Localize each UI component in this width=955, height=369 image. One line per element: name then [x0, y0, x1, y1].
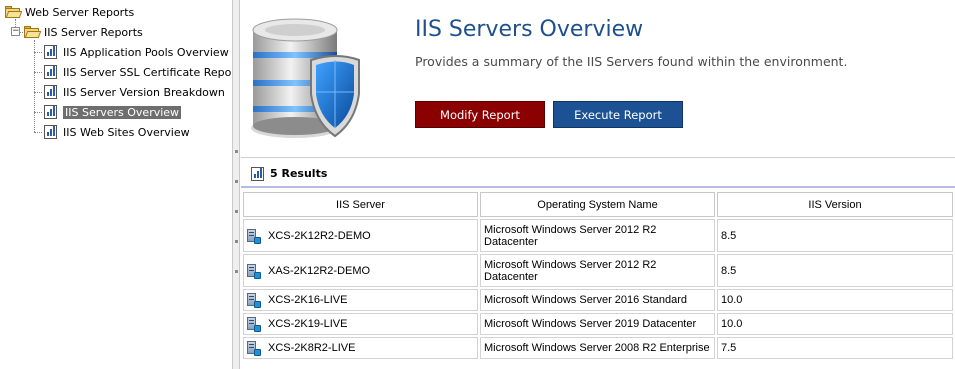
- tree-item-iis-servers-overview[interactable]: IIS Servers Overview: [44, 103, 182, 121]
- version-cell[interactable]: 10.0: [717, 289, 953, 311]
- report-icon: [44, 65, 57, 79]
- os-cell[interactable]: Microsoft Windows Server 2012 R2 Datacen…: [480, 219, 715, 252]
- tree-item-iis-server-version-breakdown[interactable]: IIS Server Version Breakdown: [44, 83, 225, 101]
- server-cell[interactable]: XCS-2K12R2-DEMO: [243, 219, 478, 252]
- report-icon: [44, 125, 57, 139]
- os-cell[interactable]: Microsoft Windows Server 2016 Standard: [480, 289, 715, 311]
- table-row[interactable]: XCS-2K19-LIVE Microsoft Windows Server 2…: [243, 313, 953, 335]
- report-panel: IIS Servers Overview Provides a summary …: [241, 0, 955, 369]
- tree-item-iis-web-sites-overview[interactable]: IIS Web Sites Overview: [44, 123, 190, 141]
- report-tree: Web Server Reports − IIS Server Reports …: [0, 0, 240, 369]
- server-name: XCS-2K19-LIVE: [268, 318, 348, 330]
- server-cell[interactable]: XAS-2K12R2-DEMO: [243, 254, 478, 287]
- folder-open-icon: [23, 26, 42, 38]
- table-row[interactable]: XCS-2K16-LIVE Microsoft Windows Server 2…: [243, 289, 953, 311]
- results-bar: 5 Results: [241, 159, 955, 188]
- report-icon: [44, 85, 57, 99]
- server-name: XCS-2K8R2-LIVE: [268, 342, 356, 354]
- report-description: Provides a summary of the IIS Servers fo…: [415, 54, 848, 69]
- collapse-toggle-icon[interactable]: −: [11, 27, 20, 36]
- tree-item-label: IIS Server Version Breakdown: [63, 85, 225, 99]
- results-report-icon: [251, 167, 264, 181]
- tree-item-label-selected: IIS Servers Overview: [63, 105, 182, 119]
- execute-report-button[interactable]: Execute Report: [553, 101, 683, 128]
- tree-item-label: IIS Application Pools Overview: [63, 45, 229, 59]
- database-shield-icon: [251, 18, 360, 138]
- version-cell[interactable]: 8.5: [717, 254, 953, 287]
- os-cell[interactable]: Microsoft Windows Server 2008 R2 Enterpr…: [480, 337, 715, 359]
- version-cell[interactable]: 10.0: [717, 313, 953, 335]
- os-cell[interactable]: Microsoft Windows Server 2019 Datacenter: [480, 313, 715, 335]
- server-icon: [247, 317, 261, 332]
- tree-group-iis-server-reports[interactable]: IIS Server Reports: [23, 23, 143, 41]
- folder-open-icon: [4, 6, 23, 18]
- results-count: 5 Results: [270, 167, 328, 180]
- table-row[interactable]: XAS-2K12R2-DEMO Microsoft Windows Server…: [243, 254, 953, 287]
- version-cell[interactable]: 7.5: [717, 337, 953, 359]
- tree-item-iis-application-pools-overview[interactable]: IIS Application Pools Overview: [44, 43, 229, 61]
- server-name: XAS-2K12R2-DEMO: [268, 264, 371, 277]
- pane-splitter[interactable]: [232, 0, 240, 369]
- server-name: XCS-2K12R2-DEMO: [268, 229, 371, 242]
- tree-item-label: IIS Web Sites Overview: [63, 125, 190, 139]
- modify-report-button[interactable]: Modify Report: [415, 101, 545, 128]
- tree-group-label: IIS Server Reports: [44, 25, 143, 39]
- server-icon: [247, 228, 261, 244]
- column-header-iis-version[interactable]: IIS Version: [717, 192, 953, 217]
- report-title: IIS Servers Overview: [415, 17, 644, 42]
- server-icon: [247, 263, 261, 279]
- column-header-operating-system-name[interactable]: Operating System Name: [480, 192, 715, 217]
- tree-item-label: IIS Server SSL Certificate Report: [63, 65, 241, 79]
- tree-root-web-server-reports[interactable]: Web Server Reports: [4, 3, 134, 21]
- server-icon: [247, 293, 261, 308]
- server-cell[interactable]: XCS-2K16-LIVE: [243, 289, 478, 311]
- results-grid: IIS Server Operating System Name IIS Ver…: [241, 190, 955, 361]
- tree-item-iis-server-ssl-certificate-report[interactable]: IIS Server SSL Certificate Report: [44, 63, 240, 81]
- tree-root-label: Web Server Reports: [25, 5, 135, 19]
- table-row[interactable]: XCS-2K12R2-DEMO Microsoft Windows Server…: [243, 219, 953, 252]
- server-name: XCS-2K16-LIVE: [268, 294, 348, 306]
- column-header-iis-server[interactable]: IIS Server: [243, 192, 478, 217]
- version-cell[interactable]: 8.5: [717, 219, 953, 252]
- report-icon: [44, 45, 57, 59]
- os-cell[interactable]: Microsoft Windows Server 2012 R2 Datacen…: [480, 254, 715, 287]
- server-icon: [247, 341, 261, 356]
- table-row[interactable]: XCS-2K8R2-LIVE Microsoft Windows Server …: [243, 337, 953, 359]
- report-header: IIS Servers Overview Provides a summary …: [241, 0, 955, 158]
- server-cell[interactable]: XCS-2K19-LIVE: [243, 313, 478, 335]
- report-icon: [44, 105, 57, 119]
- server-cell[interactable]: XCS-2K8R2-LIVE: [243, 337, 478, 359]
